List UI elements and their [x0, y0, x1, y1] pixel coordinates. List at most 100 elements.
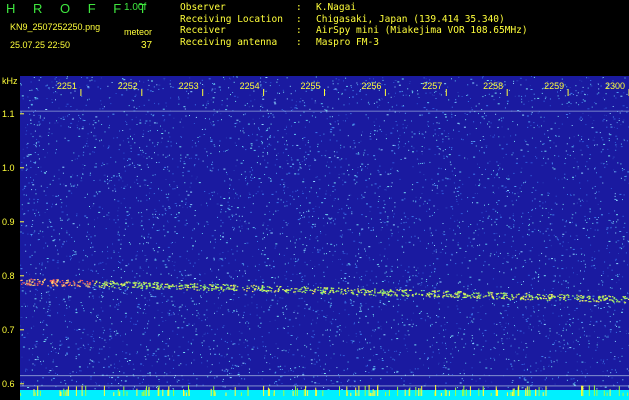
noise-dot	[434, 91, 436, 93]
noise-dot	[35, 145, 37, 147]
noise-dot	[455, 187, 456, 189]
noise-dot	[572, 253, 575, 255]
noise-dot	[372, 368, 375, 370]
noise-dot	[529, 85, 531, 87]
noise-dot	[122, 78, 124, 80]
noise-dot	[421, 150, 423, 152]
noise-dot	[296, 260, 298, 262]
noise-dot	[82, 164, 84, 166]
noise-dot	[380, 346, 382, 347]
noise-dot	[572, 317, 574, 319]
noise-dot	[436, 284, 438, 286]
noise-dot	[545, 263, 547, 265]
noise-dot	[212, 121, 214, 123]
noise-dot	[567, 154, 569, 156]
noise-dot	[318, 264, 320, 266]
noise-dot	[622, 276, 624, 278]
noise-dot	[497, 103, 500, 105]
noise-dot	[404, 119, 406, 121]
noise-dot	[540, 116, 542, 118]
noise-dot	[588, 346, 590, 348]
noise-dot	[513, 360, 515, 362]
noise-dot	[128, 158, 130, 160]
noise-dot	[508, 358, 510, 360]
noise-dot	[528, 100, 530, 102]
noise-dot	[304, 300, 306, 302]
noise-dot	[214, 112, 216, 114]
noise-dot	[276, 202, 279, 204]
noise-dot	[626, 93, 628, 95]
noise-dot	[313, 376, 315, 378]
noise-dot	[86, 143, 88, 144]
noise-dot	[35, 346, 37, 348]
noise-dot	[572, 176, 574, 178]
noise-dot	[192, 339, 194, 341]
noise-dot	[416, 182, 419, 183]
noise-dot	[303, 105, 305, 107]
noise-dot	[358, 253, 360, 255]
noise-dot	[92, 270, 94, 272]
noise-dot	[386, 371, 388, 373]
noise-dot	[500, 117, 502, 119]
noise-dot	[506, 261, 508, 263]
noise-dot	[397, 226, 399, 228]
noise-dot	[141, 154, 143, 156]
noise-dot	[399, 178, 401, 180]
noise-dot	[135, 258, 137, 260]
noise-dot	[582, 86, 584, 88]
noise-dot	[324, 109, 326, 111]
noise-dot	[383, 120, 385, 122]
noise-dot	[625, 252, 627, 254]
noise-dot	[153, 250, 155, 252]
noise-dot	[362, 286, 364, 288]
noise-dot	[339, 159, 341, 161]
noise-dot	[381, 358, 383, 360]
noise-dot	[226, 150, 228, 151]
noise-dot	[323, 275, 325, 277]
noise-dot	[214, 88, 216, 90]
noise-dot	[482, 250, 484, 252]
noise-dot	[465, 251, 467, 252]
noise-dot	[443, 336, 445, 338]
noise-dot	[60, 118, 62, 120]
noise-dot	[37, 90, 39, 91]
noise-dot	[285, 317, 287, 319]
noise-dot	[565, 329, 567, 331]
noise-dot	[525, 356, 527, 358]
noise-dot	[187, 349, 189, 351]
noise-dot	[419, 283, 421, 285]
noise-dot	[73, 97, 75, 99]
noise-dot	[74, 287, 76, 289]
noise-dot	[178, 103, 180, 105]
noise-dot	[375, 295, 377, 297]
noise-dot	[20, 325, 22, 327]
noise-dot	[179, 121, 181, 123]
noise-dot	[367, 154, 369, 156]
noise-dot	[509, 226, 511, 228]
noise-dot	[572, 221, 573, 223]
noise-dot	[600, 359, 602, 361]
noise-dot	[54, 78, 56, 80]
noise-dot	[571, 267, 573, 269]
noise-dot	[523, 332, 525, 334]
noise-dot	[454, 80, 456, 82]
noise-dot	[577, 168, 580, 170]
noise-dot	[577, 134, 579, 136]
noise-dot	[299, 164, 301, 165]
noise-dot	[176, 213, 178, 215]
noise-dot	[308, 211, 310, 212]
noise-dot	[126, 215, 129, 216]
noise-dot	[381, 281, 384, 282]
noise-dot	[394, 145, 396, 147]
noise-dot	[262, 155, 264, 157]
noise-dot	[551, 291, 553, 292]
noise-dot	[297, 336, 299, 338]
noise-dot	[60, 381, 62, 383]
noise-dot	[185, 219, 187, 221]
noise-dot	[258, 178, 261, 180]
noise-dot	[154, 145, 156, 147]
noise-dot	[359, 341, 361, 343]
noise-dot	[167, 168, 169, 170]
noise-dot	[150, 237, 152, 239]
noise-dot	[286, 236, 288, 237]
